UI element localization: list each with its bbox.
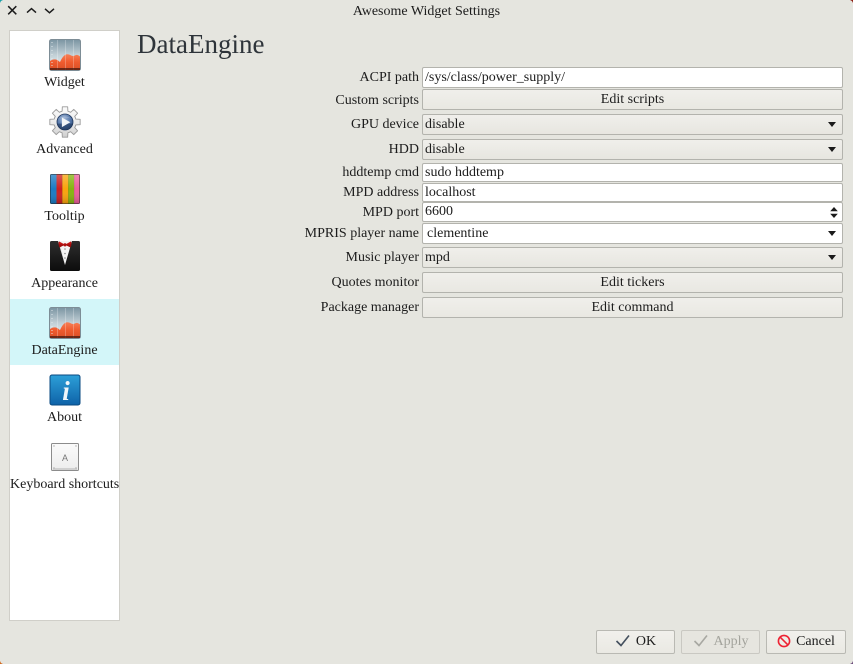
svg-text:A: A: [62, 453, 68, 463]
svg-text:i: i: [62, 376, 70, 406]
